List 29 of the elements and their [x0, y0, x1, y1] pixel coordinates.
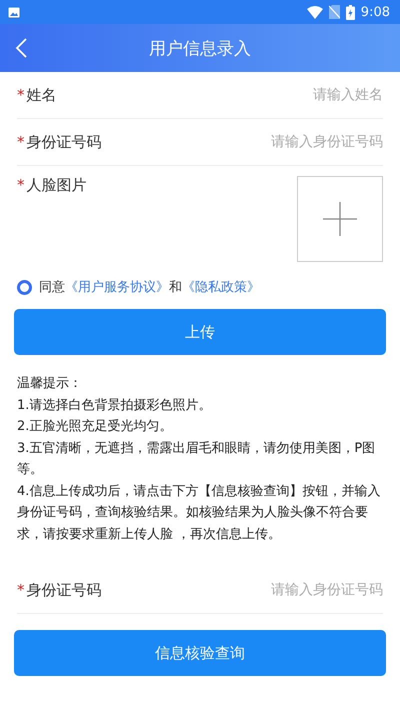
input-field[interactable]: 请输入身份证号码	[203, 134, 383, 150]
battery-icon	[346, 4, 355, 20]
required-mark: *	[17, 580, 24, 598]
query-button[interactable]: 信息核验查询	[14, 630, 386, 676]
user-agreement-link[interactable]: 《用户服务协议》	[65, 280, 169, 295]
status-time: 9:08	[360, 4, 390, 20]
tip-text: 1.请选择白色背景拍摄彩色照片。	[17, 396, 212, 414]
no-sim-icon	[328, 5, 340, 19]
image-icon	[8, 6, 20, 18]
plus-icon	[323, 202, 357, 236]
field-label: 身份证号码	[26, 132, 102, 150]
tip-text: 4.信息上传成功后，请点击下方【信息核验查询】按钮，并输入身份证号码，查询核验结果。如核验结果为人脸头像不符合要求，请按要求重新上传人脸 ，再次信息上传。	[17, 482, 382, 544]
required-mark: *	[17, 132, 24, 150]
field-label: 姓名	[26, 86, 56, 104]
tip-text: 3.五官清晰，无遮挡，需露出眉毛和眼睛，请勿使用美图，P图等。	[17, 440, 376, 479]
agreement-text: 同意《用户服务协议》和《隐私政策》	[39, 279, 260, 296]
field-label: 人脸图片	[26, 176, 86, 194]
wifi-icon	[306, 6, 323, 18]
privacy-policy-link[interactable]: 《隐私政策》	[182, 280, 260, 295]
tips-title: 温馨提示：	[17, 375, 83, 393]
input-field[interactable]: 请输入姓名	[203, 87, 383, 103]
field-label: 身份证号码	[26, 580, 102, 598]
tip-text: 2.正脸光照充足受光均匀。	[17, 418, 174, 436]
upload-button[interactable]: 上传	[14, 309, 386, 355]
page-title: 用户信息录入	[149, 38, 251, 60]
required-mark: *	[17, 86, 24, 104]
input-field[interactable]: 请输入身份证号码	[203, 582, 383, 598]
agree-radio[interactable]	[17, 280, 32, 294]
required-mark: *	[17, 176, 24, 194]
